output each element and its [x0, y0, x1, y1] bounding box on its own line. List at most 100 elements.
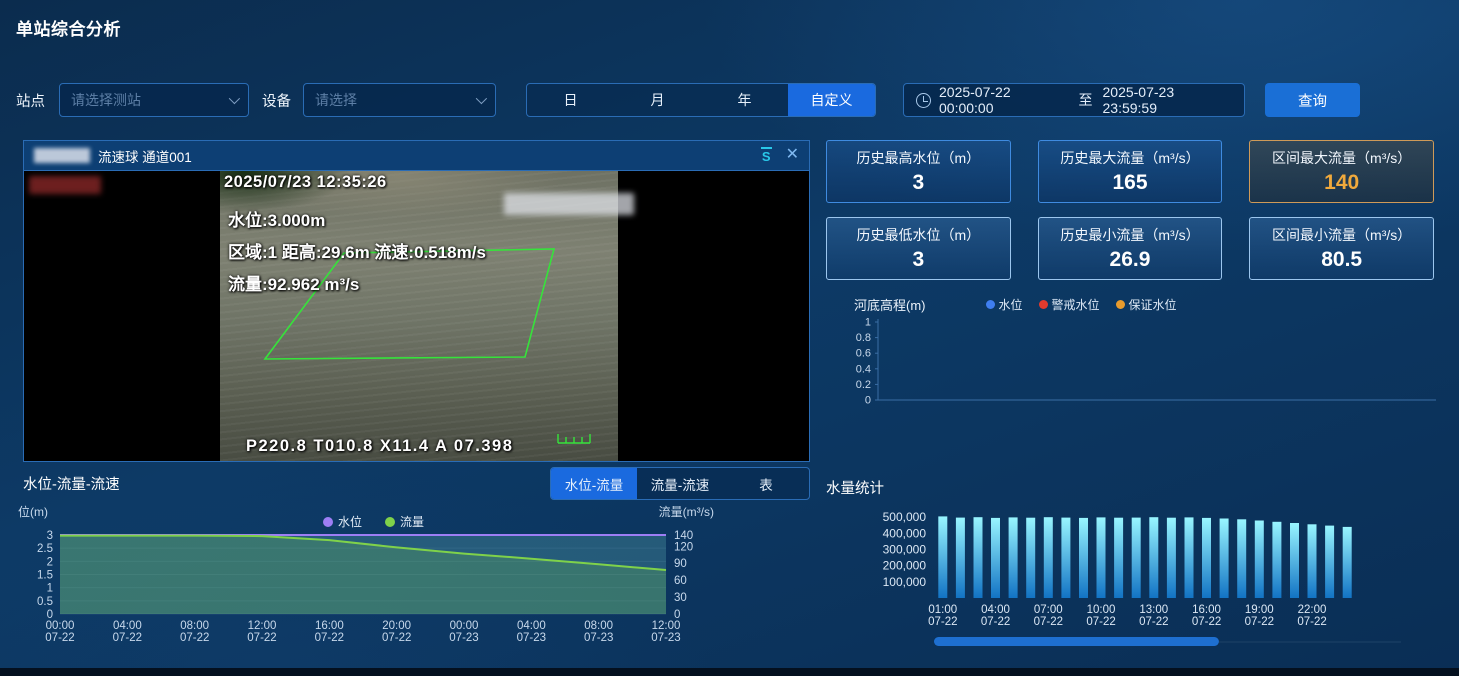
axis-label: 500,000 — [883, 510, 927, 524]
volume-bar — [1009, 517, 1018, 598]
redaction-blur — [34, 148, 90, 163]
axis-label: 1 — [865, 317, 871, 329]
period-option-3[interactable]: 年 — [701, 84, 788, 116]
stat-label: 区间最大流量（m³/s） — [1250, 148, 1433, 168]
stats-grid: 历史最高水位（m）3 历史最大流量（m³/s）165 区间最大流量（m³/s）140… — [826, 140, 1434, 280]
redaction-blur — [29, 176, 101, 194]
station-select[interactable]: 请选择测站 — [59, 83, 249, 117]
volume-bar — [991, 518, 1000, 598]
close-icon[interactable]: ✕ — [786, 147, 799, 163]
x-axis-label: 04:0007-23 — [517, 620, 546, 644]
station-label: 站点 — [16, 90, 45, 111]
tab-1[interactable]: 水位-流量 — [551, 468, 637, 499]
axis-label: 120 — [674, 541, 693, 553]
axis-label: 0.6 — [856, 348, 871, 360]
stat-value: 26.9 — [1039, 248, 1222, 271]
axis-label: 0.8 — [856, 332, 871, 344]
volume-chart-title: 水量统计 — [826, 477, 884, 498]
x-axis-label: 04:0007-22 — [981, 604, 1010, 628]
video-header: 流速球 通道001 S ✕ — [24, 141, 809, 171]
stat-label: 历史最小流量（m³/s） — [1039, 225, 1222, 245]
app-root: 单站综合分析 站点 请选择测站 设备 请选择 日月年自定义 2025-07-22… — [0, 0, 1459, 676]
date-start: 2025-07-22 00:00:00 — [939, 84, 1069, 116]
level-flow-chart: 位(m)流量(m³/s)水位流量00.511.522.5303060901201… — [16, 502, 718, 670]
date-range-picker[interactable]: 2025-07-22 00:00:00 至 2025-07-23 23:59:5… — [903, 83, 1245, 117]
volume-bar — [1308, 524, 1317, 598]
volume-bar — [1202, 518, 1211, 598]
stat-card-1: 历史最高水位（m）3 — [826, 140, 1011, 203]
stat-card-2: 历史最大流量（m³/s）165 — [1038, 140, 1223, 203]
filter-bar: 站点 请选择测站 设备 请选择 日月年自定义 2025-07-22 00:00:… — [16, 83, 1443, 117]
stat-value: 80.5 — [1250, 248, 1433, 271]
legend-dot — [1039, 300, 1048, 309]
axis-label: 400,000 — [883, 526, 927, 540]
riverbed-chart-panel: 河底高程(m) 水位警戒水位保证水位 00.20.40.60.81 — [840, 294, 1440, 412]
x-axis-label: 22:0007-22 — [1297, 604, 1326, 628]
redaction-blur — [504, 193, 634, 215]
query-button[interactable]: 查询 — [1265, 83, 1360, 117]
stat-value: 3 — [827, 248, 1010, 271]
level-flow-chart-svg: 位(m)流量(m³/s)水位流量00.511.522.5303060901201… — [16, 502, 718, 670]
level-flow-header: 水位-流量-流速 水位-流量流量-流速表 — [23, 467, 810, 500]
axis-label: 100,000 — [883, 575, 927, 589]
level-flow-title: 水位-流量-流速 — [23, 473, 120, 494]
volume-bar — [1114, 518, 1123, 598]
station-select-value: 请选择测站 — [71, 90, 141, 110]
axis-label: 2 — [47, 556, 53, 568]
legend-dot[interactable] — [323, 517, 333, 527]
axis-label: 位(m) — [18, 504, 48, 519]
axis-label: 60 — [674, 575, 687, 587]
x-axis-label: 12:0007-23 — [651, 620, 680, 644]
x-axis-label: 08:0007-22 — [180, 620, 209, 644]
volume-bar — [1061, 518, 1070, 598]
x-axis-label: 16:0007-22 — [1192, 604, 1221, 628]
legend-item[interactable]: 保证水位 — [1116, 296, 1177, 313]
legend-dot[interactable] — [385, 517, 395, 527]
x-axis-label: 13:0007-22 — [1139, 604, 1168, 628]
volume-chart: 100,000200,000300,000400,000500,00001:00… — [826, 500, 1444, 670]
scrollbar-thumb[interactable] — [934, 637, 1219, 646]
page-header: 单站综合分析 — [0, 0, 1459, 48]
volume-bar — [1185, 517, 1194, 598]
chevron-down-icon — [476, 93, 487, 104]
volume-bar — [1290, 523, 1299, 598]
tab-2[interactable]: 流量-流速 — [637, 468, 723, 499]
volume-bar — [1220, 519, 1229, 599]
tab-3[interactable]: 表 — [723, 468, 809, 499]
legend-dot — [986, 300, 995, 309]
stat-card-6: 区间最小流量（m³/s）80.5 — [1249, 217, 1434, 280]
x-axis-label: 04:0007-22 — [113, 620, 142, 644]
chevron-down-icon — [229, 93, 240, 104]
volume-bar — [1026, 518, 1035, 598]
scale-icon — [558, 434, 590, 443]
period-option-1[interactable]: 日 — [527, 84, 614, 116]
x-axis-label: 00:0007-23 — [449, 620, 478, 644]
axis-label: 140 — [674, 530, 693, 542]
axis-label: 1 — [47, 583, 53, 595]
x-axis-label: 10:0007-22 — [1086, 604, 1115, 628]
device-select[interactable]: 请选择 — [303, 83, 496, 117]
volume-bar — [1097, 517, 1106, 598]
clock-icon — [916, 93, 931, 108]
volume-bar — [1044, 517, 1053, 598]
device-select-value: 请选择 — [315, 90, 357, 110]
period-option-4[interactable]: 自定义 — [788, 84, 875, 116]
period-option-2[interactable]: 月 — [614, 84, 701, 116]
stream-switch-icon[interactable]: S — [761, 147, 772, 164]
volume-bar — [1237, 519, 1246, 598]
volume-bar — [1255, 521, 1264, 599]
legend-item[interactable]: 警戒水位 — [1039, 296, 1100, 313]
volume-bar — [974, 517, 983, 598]
legend-item[interactable]: 水位 — [986, 296, 1023, 313]
volume-bar — [1325, 526, 1334, 598]
stat-label: 历史最低水位（m） — [827, 225, 1010, 245]
axis-label: 水位 — [338, 514, 362, 529]
x-axis-label: 20:0007-22 — [382, 620, 411, 644]
stat-card-3: 区间最大流量（m³/s）140 — [1249, 140, 1434, 203]
volume-chart-svg: 100,000200,000300,000400,000500,00001:00… — [826, 500, 1444, 670]
axis-label: 0.4 — [856, 363, 871, 375]
legend-label: 水位 — [999, 296, 1023, 313]
x-axis-label: 00:0007-22 — [45, 620, 74, 644]
legend-label: 保证水位 — [1129, 296, 1177, 313]
axis-label: 0.5 — [37, 596, 53, 608]
